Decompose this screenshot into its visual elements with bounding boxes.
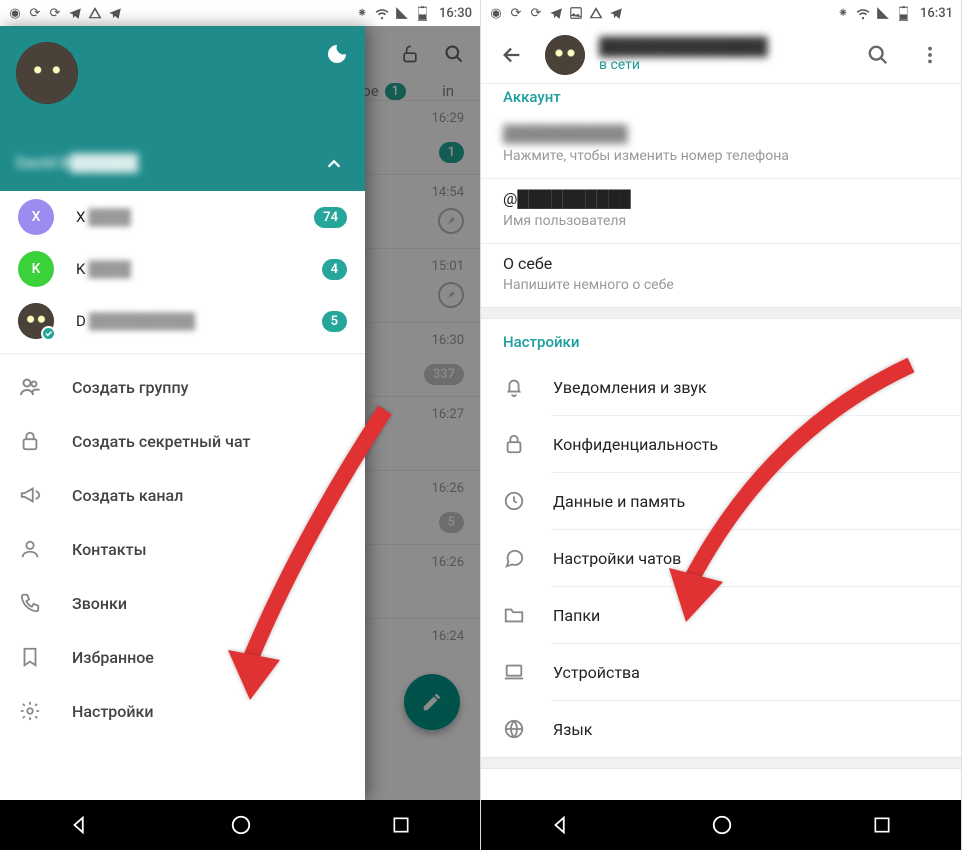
more-icon[interactable] [911, 36, 949, 74]
globe-icon [503, 718, 525, 740]
profile-avatar[interactable] [16, 42, 78, 104]
settings-header: ██████████████ в сети [481, 26, 961, 84]
settings-notifications[interactable]: Уведомления и звук [481, 359, 961, 415]
telegram-icon [108, 6, 122, 20]
gear-icon [18, 700, 42, 722]
chevron-up-icon[interactable] [323, 153, 345, 175]
menu-create-secret-chat[interactable]: Создать секретный чат [0, 414, 365, 468]
recent-icon[interactable] [391, 815, 411, 835]
menu-contacts[interactable]: Контакты [0, 522, 365, 576]
navigation-drawer: David B██████ X X████ 74 K K████ 4 D████… [0, 26, 365, 800]
night-mode-icon[interactable] [325, 42, 349, 66]
sync-icon: ⟳ [529, 6, 543, 20]
account-avatar [18, 303, 54, 339]
wifi-icon [375, 6, 389, 20]
settings-devices[interactable]: Устройства [481, 644, 961, 700]
home-icon[interactable] [230, 814, 252, 836]
bluetooth-icon: ⁕ [836, 6, 850, 20]
status-time: 16:30 [439, 6, 472, 21]
shield-icon: ◉ [8, 6, 22, 20]
profile-name: ██████████████ [599, 37, 845, 57]
laptop-icon [503, 661, 525, 683]
profile-avatar[interactable] [545, 35, 585, 75]
online-status: в сети [599, 57, 845, 73]
bio-row[interactable]: О себе Напишите немного о себе [481, 244, 961, 307]
chat-icon [503, 547, 525, 569]
bluetooth-icon: ⁕ [355, 6, 369, 20]
menu-create-group[interactable]: Создать группу [0, 360, 365, 414]
bell-icon [503, 376, 525, 398]
account-avatar: X [18, 199, 54, 235]
menu-create-channel[interactable]: Создать канал [0, 468, 365, 522]
status-time: 16:31 [920, 6, 953, 21]
back-icon[interactable] [69, 814, 91, 836]
group-icon [18, 375, 42, 399]
warning-icon [589, 6, 603, 20]
wifi-icon [856, 6, 870, 20]
lock-icon [503, 433, 525, 455]
settings-scroll[interactable]: Аккаунт ███████████ Нажмите, чтобы измен… [481, 84, 961, 800]
warning-icon [88, 6, 102, 20]
phone-row[interactable]: ███████████ Нажмите, чтобы изменить номе… [481, 114, 961, 179]
unread-badge: 5 [322, 311, 347, 332]
phone-icon [18, 592, 42, 614]
clock-icon [503, 490, 525, 512]
folder-icon [503, 604, 525, 626]
sync-icon: ⟳ [509, 6, 523, 20]
sync-icon: ⟳ [28, 6, 42, 20]
account-row[interactable]: D██████████ 5 [0, 295, 365, 347]
profile-name: David B██████ [16, 153, 138, 173]
section-settings-label: Настройки [481, 319, 961, 359]
telegram-icon [549, 6, 563, 20]
settings-privacy[interactable]: Конфиденциальность [481, 416, 961, 472]
phone-right: ◉ ⟳ ⟳ ⁕ 16:31 ██████████████ в сети Акка… [481, 0, 962, 850]
search-icon[interactable] [859, 36, 897, 74]
username-row[interactable]: @██████████ Имя пользователя [481, 179, 961, 244]
android-nav-bar [481, 800, 961, 850]
battery-icon [415, 6, 429, 20]
status-bar: ◉ ⟳ ⟳ ⁕ 16:30 [0, 0, 480, 26]
back-icon[interactable] [493, 36, 531, 74]
menu-calls[interactable]: Звонки [0, 576, 365, 630]
android-nav-bar [0, 800, 480, 850]
home-icon[interactable] [711, 814, 733, 836]
unread-badge: 74 [314, 207, 347, 228]
back-icon[interactable] [550, 814, 572, 836]
image-icon [569, 6, 583, 20]
recent-icon[interactable] [872, 815, 892, 835]
account-avatar: K [18, 251, 54, 287]
signal-icon [876, 6, 890, 20]
section-account-label: Аккаунт [481, 84, 961, 114]
battery-icon [896, 6, 910, 20]
phone-left: ◉ ⟳ ⟳ ⁕ 16:30 ичное 1 in 16:291 1 [0, 0, 481, 850]
account-row[interactable]: X X████ 74 [0, 191, 365, 243]
bookmark-icon [18, 646, 42, 668]
settings-data[interactable]: Данные и память [481, 473, 961, 529]
telegram-icon [68, 6, 82, 20]
check-icon [41, 326, 56, 341]
settings-language[interactable]: Язык [481, 701, 961, 757]
status-bar: ◉ ⟳ ⟳ ⁕ 16:31 [481, 0, 961, 26]
menu-settings[interactable]: Настройки [0, 684, 365, 738]
account-row[interactable]: K K████ 4 [0, 243, 365, 295]
telegram-icon [609, 6, 623, 20]
megaphone-icon [18, 484, 42, 506]
shield-icon: ◉ [489, 6, 503, 20]
signal-icon [395, 6, 409, 20]
unread-badge: 4 [322, 259, 347, 280]
lock-icon [18, 430, 42, 452]
menu-saved-messages[interactable]: Избранное [0, 630, 365, 684]
settings-folders[interactable]: Папки [481, 587, 961, 643]
settings-chat[interactable]: Настройки чатов [481, 530, 961, 586]
person-icon [18, 538, 42, 560]
sync-icon: ⟳ [48, 6, 62, 20]
drawer-header[interactable]: David B██████ [0, 26, 365, 191]
